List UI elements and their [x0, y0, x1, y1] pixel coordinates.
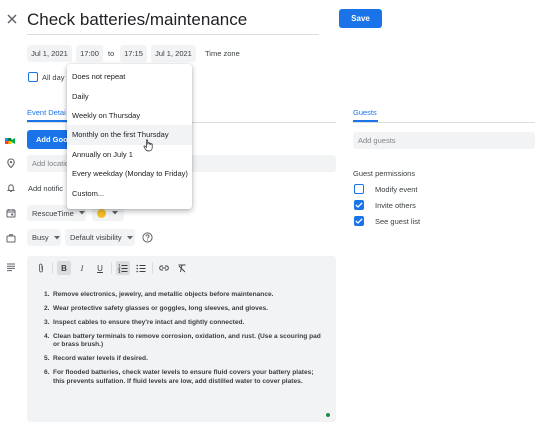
list-item: 3. Inspect cables to ensure they're intac…	[44, 319, 245, 326]
check-icon	[355, 218, 363, 224]
link-icon[interactable]	[157, 261, 171, 275]
help-icon[interactable]	[142, 232, 153, 243]
list-item: 2. Wear protective safety glasses or gogg…	[44, 305, 268, 312]
visibility-label: Default visibility	[70, 233, 122, 242]
list-item: 5. Record water levels if desired.	[44, 355, 148, 363]
briefcase-icon	[6, 233, 16, 243]
guests-divider	[353, 122, 535, 123]
repeat-dropdown-menu: Does not repeat Daily Weekly on Thursday…	[67, 64, 192, 209]
list-item: 4. Clean battery terminals to remove corr…	[44, 333, 321, 349]
menu-item-weekly[interactable]: Weekly on Thursday	[67, 106, 192, 125]
clear-formatting-icon[interactable]	[175, 261, 189, 275]
chevron-down-icon	[112, 211, 118, 215]
tab-guests[interactable]: Guests	[353, 108, 377, 117]
add-notification-button[interactable]: Add notific	[28, 184, 63, 193]
menu-item-every-weekday[interactable]: Every weekday (Monday to Friday)	[67, 164, 192, 183]
color-swatch	[97, 208, 106, 218]
bulleted-list-icon[interactable]	[134, 261, 148, 275]
chevron-down-icon	[78, 211, 85, 215]
list-item: 6. For flooded batteries, check water lev…	[44, 369, 314, 385]
toolbar-divider	[111, 262, 112, 274]
bold-button[interactable]: B	[57, 261, 71, 275]
modify-event-checkbox[interactable]	[354, 184, 364, 194]
toolbar-divider	[152, 262, 153, 274]
event-title-field[interactable]: Check batteries/maintenance	[27, 8, 319, 35]
all-day-label: All day	[42, 73, 65, 82]
location-placeholder: Add locatio	[32, 159, 70, 168]
calendar-name: RescueTime	[32, 208, 74, 218]
numbered-list-icon[interactable]	[116, 261, 130, 275]
menu-item-does-not-repeat[interactable]: Does not repeat	[67, 67, 192, 86]
menu-item-custom[interactable]: Custom...	[67, 183, 192, 202]
chevron-down-icon	[126, 235, 133, 240]
end-time-chip[interactable]: 17:15	[120, 45, 147, 62]
see-guest-list-checkbox[interactable]	[354, 216, 364, 226]
menu-item-annually[interactable]: Annually on July 1	[67, 145, 192, 164]
list-item: 1. Remove electronics, jewelry, and metal…	[44, 291, 274, 298]
underline-button[interactable]: U	[93, 261, 107, 275]
chevron-down-icon	[53, 235, 60, 240]
status-dot	[326, 413, 330, 417]
end-date-chip[interactable]: Jul 1, 2021	[151, 45, 196, 62]
tab-event-details[interactable]: Event Detai	[27, 108, 66, 117]
to-label: to	[108, 49, 115, 58]
save-button[interactable]: Save	[339, 9, 382, 28]
menu-item-monthly[interactable]: Monthly on the first Thursday	[67, 125, 192, 145]
start-date-chip[interactable]: Jul 1, 2021	[27, 45, 72, 62]
check-icon	[355, 202, 363, 208]
all-day-checkbox[interactable]	[28, 72, 38, 82]
guest-permissions-title: Guest permissions	[353, 169, 416, 178]
attachment-icon[interactable]	[34, 261, 48, 275]
italic-button[interactable]: I	[75, 261, 89, 275]
location-icon	[6, 158, 16, 168]
calendar-icon	[6, 208, 16, 218]
add-meet-label: Add Goo	[36, 135, 68, 144]
start-time-chip[interactable]: 17:00	[76, 45, 103, 62]
close-icon[interactable]	[5, 12, 19, 26]
toolbar-divider	[52, 262, 53, 274]
visibility-select[interactable]: Default visibility	[65, 229, 135, 246]
modify-event-label: Modify event	[375, 185, 418, 194]
timezone-button[interactable]: Time zone	[205, 49, 240, 58]
busy-label: Busy	[32, 233, 49, 242]
availability-select[interactable]: Busy	[27, 229, 61, 246]
add-guests-input[interactable]: Add guests	[353, 132, 535, 149]
see-guest-list-label: See guest list	[375, 217, 421, 226]
editor-toolbar: B I U	[34, 261, 189, 275]
bell-icon	[6, 183, 16, 193]
menu-item-daily[interactable]: Daily	[67, 86, 192, 105]
description-icon	[6, 262, 16, 272]
invite-others-label: Invite others	[375, 201, 416, 210]
description-list: 1. Remove electronics, jewelry, and metal…	[44, 291, 326, 392]
hand-cursor-icon	[143, 139, 155, 152]
invite-others-checkbox[interactable]	[354, 200, 364, 210]
event-title: Check batteries/maintenance	[27, 10, 248, 29]
meet-icon	[5, 136, 15, 146]
add-guests-placeholder: Add guests	[358, 136, 396, 145]
